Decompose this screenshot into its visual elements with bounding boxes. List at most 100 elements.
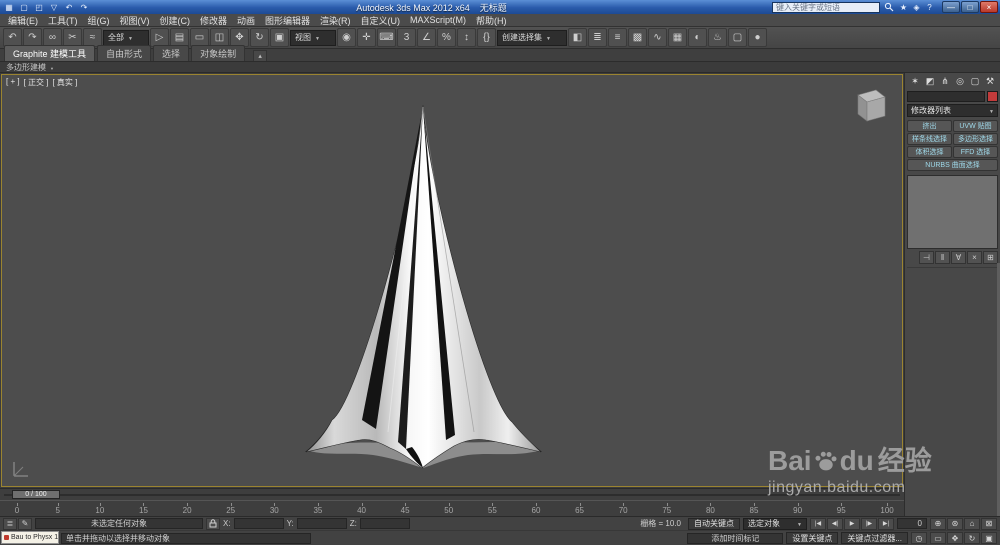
track-bar[interactable]: 0 5 10 15 20 25 30 35 40 45 50 55 60 65 70 75 80 85 90 95 10… (0, 500, 904, 516)
make-unique-button[interactable]: ∀ (951, 251, 966, 264)
hierarchy-tab[interactable]: ⋔ (938, 75, 952, 88)
time-slider[interactable]: 0 / 100 (0, 488, 904, 500)
graphite-toggle-icon[interactable]: ▩ (628, 28, 647, 47)
align-icon[interactable]: ≣ (588, 28, 607, 47)
modifier-button[interactable]: 挤出 (907, 120, 952, 132)
ribbon-panel-title[interactable]: 多边形建模 (6, 62, 46, 73)
modifier-list-dropdown[interactable]: 修改器列表 (907, 104, 998, 117)
undo-quick-icon[interactable]: ↶ (62, 1, 76, 13)
prompt-history-icon[interactable]: ✎ (18, 517, 32, 530)
zoom-extents-icon[interactable]: ⌂ (964, 517, 980, 530)
close-button[interactable]: × (980, 1, 998, 13)
motion-tab[interactable]: ◎ (953, 75, 967, 88)
modifier-button[interactable]: 体积选择 (907, 146, 952, 158)
schematic-view-icon[interactable]: ▦ (668, 28, 687, 47)
menu-item[interactable]: 自定义(U) (356, 14, 406, 27)
modify-tab[interactable]: ◩ (923, 75, 937, 88)
infocenter-search-input[interactable] (772, 1, 880, 13)
select-and-manipulate-icon[interactable]: ✛ (357, 28, 376, 47)
pan-icon[interactable]: ✥ (947, 532, 963, 544)
cone-model[interactable] (298, 101, 548, 483)
favorites-icon[interactable]: ★ (897, 1, 910, 13)
open-file-icon[interactable]: ◰ (32, 1, 46, 13)
redo-quick-icon[interactable]: ↷ (77, 1, 91, 13)
new-scene-icon[interactable]: ▢ (17, 1, 31, 13)
menu-item[interactable]: 创建(C) (155, 14, 196, 27)
named-selection-sets-dropdown[interactable]: 创建选择集 (497, 29, 567, 46)
rendered-frame-icon[interactable]: ▢ (728, 28, 747, 47)
menu-item[interactable]: MAXScript(M) (405, 15, 471, 25)
x-coordinate-field[interactable] (233, 518, 284, 529)
ribbon-tab[interactable]: 自由形式 (97, 45, 152, 61)
menu-item[interactable]: 编辑(E) (3, 14, 43, 27)
ribbon-tab[interactable]: 对象绘制 (191, 45, 246, 61)
reference-coordinate-dropdown[interactable]: 视图 (290, 29, 336, 46)
plugin-mini-window[interactable]: Bau to Physx 1 (1, 531, 59, 544)
use-pivot-center-icon[interactable]: ◉ (337, 28, 356, 47)
utilities-tab[interactable]: ⚒ (983, 75, 997, 88)
orbit-icon[interactable]: ↻ (964, 532, 980, 544)
current-frame-field[interactable]: 0 (897, 518, 927, 529)
viewport-label-item[interactable]: [ 真实 ] (52, 77, 77, 88)
menu-item[interactable]: 动画 (232, 14, 260, 27)
angle-snap-icon[interactable]: ∠ (417, 28, 436, 47)
viewport-label-item[interactable]: [ 正交 ] (24, 77, 49, 88)
modifier-button[interactable]: 多边形选择 (953, 133, 998, 145)
create-tab[interactable]: ✶ (908, 75, 922, 88)
save-file-icon[interactable]: ▽ (47, 1, 61, 13)
configure-modifier-sets-button[interactable]: ⊞ (983, 251, 998, 264)
ribbon-tab[interactable]: Graphite 建模工具 (4, 45, 96, 61)
minimize-button[interactable]: — (942, 1, 960, 13)
menu-item[interactable]: 视图(V) (115, 14, 155, 27)
menu-item[interactable]: 渲染(R) (315, 14, 356, 27)
add-time-tag-button[interactable]: 添加时间标记 (687, 532, 784, 544)
set-key-button[interactable]: 设置关键点 (786, 532, 839, 544)
z-coordinate-field[interactable] (359, 518, 410, 529)
previous-frame-button[interactable]: ◀| (827, 517, 843, 530)
select-and-scale-icon[interactable]: ▣ (270, 28, 289, 47)
display-tab[interactable]: ▢ (968, 75, 982, 88)
select-and-rotate-icon[interactable]: ↻ (250, 28, 269, 47)
selection-set-dropdown[interactable]: 选定对象 (743, 517, 807, 530)
zoom-extents-all-icon[interactable]: ⊠ (981, 517, 997, 530)
help-icon[interactable]: ? (923, 1, 936, 13)
modifier-button[interactable]: 样条线选择 (907, 133, 952, 145)
zoom-all-icon[interactable]: ⊛ (947, 517, 963, 530)
menu-item[interactable]: 修改器 (195, 14, 232, 27)
menu-item[interactable]: 工具(T) (43, 14, 83, 27)
zoom-region-icon[interactable]: ▭ (930, 532, 946, 544)
object-color-swatch[interactable] (987, 91, 998, 102)
viewport[interactable]: [ + ] [ 正交 ][ 真实 ] (1, 74, 903, 487)
communication-center-icon[interactable]: ◈ (910, 1, 923, 13)
render-setup-icon[interactable]: ♨ (708, 28, 727, 47)
go-to-start-button[interactable]: |◀ (810, 517, 826, 530)
material-editor-icon[interactable]: ◐ (688, 28, 707, 47)
menu-item[interactable]: 组(G) (83, 14, 115, 27)
snaps-toggle-icon[interactable]: 3 (397, 28, 416, 47)
modifier-button[interactable]: NURBS 曲面选择 (907, 159, 998, 171)
maximize-button[interactable]: □ (961, 1, 979, 13)
spinner-snap-icon[interactable]: ↕ (457, 28, 476, 47)
go-to-end-button[interactable]: ▶| (878, 517, 894, 530)
menu-item[interactable]: 帮助(H) (471, 14, 512, 27)
layer-manager-icon[interactable]: ≡ (608, 28, 627, 47)
modifier-button[interactable]: FFD 选择 (953, 146, 998, 158)
curve-editor-icon[interactable]: ∿ (648, 28, 667, 47)
application-button[interactable]: ▦ (2, 1, 16, 13)
mirror-icon[interactable]: ◧ (568, 28, 587, 47)
remove-modifier-button[interactable]: × (967, 251, 982, 264)
pin-stack-button[interactable]: ⊣ (919, 251, 934, 264)
time-configuration-button[interactable]: ◷ (911, 532, 927, 544)
next-frame-button[interactable]: |▶ (861, 517, 877, 530)
time-slider-handle[interactable]: 0 / 100 (12, 490, 60, 499)
maxscript-mini-listener-icon[interactable]: ≣ (3, 517, 17, 530)
viewport-label-item[interactable]: [ + ] (6, 77, 20, 88)
search-icon[interactable] (882, 1, 895, 13)
percent-snap-icon[interactable]: % (437, 28, 456, 47)
ribbon-tab[interactable]: 选择 (153, 45, 190, 61)
render-production-icon[interactable]: ● (748, 28, 767, 47)
modifier-stack-list[interactable] (907, 175, 998, 249)
ribbon-collapse-button[interactable]: ▴ (253, 50, 268, 61)
zoom-icon[interactable]: ⊕ (930, 517, 946, 530)
object-name-field[interactable] (907, 91, 985, 102)
